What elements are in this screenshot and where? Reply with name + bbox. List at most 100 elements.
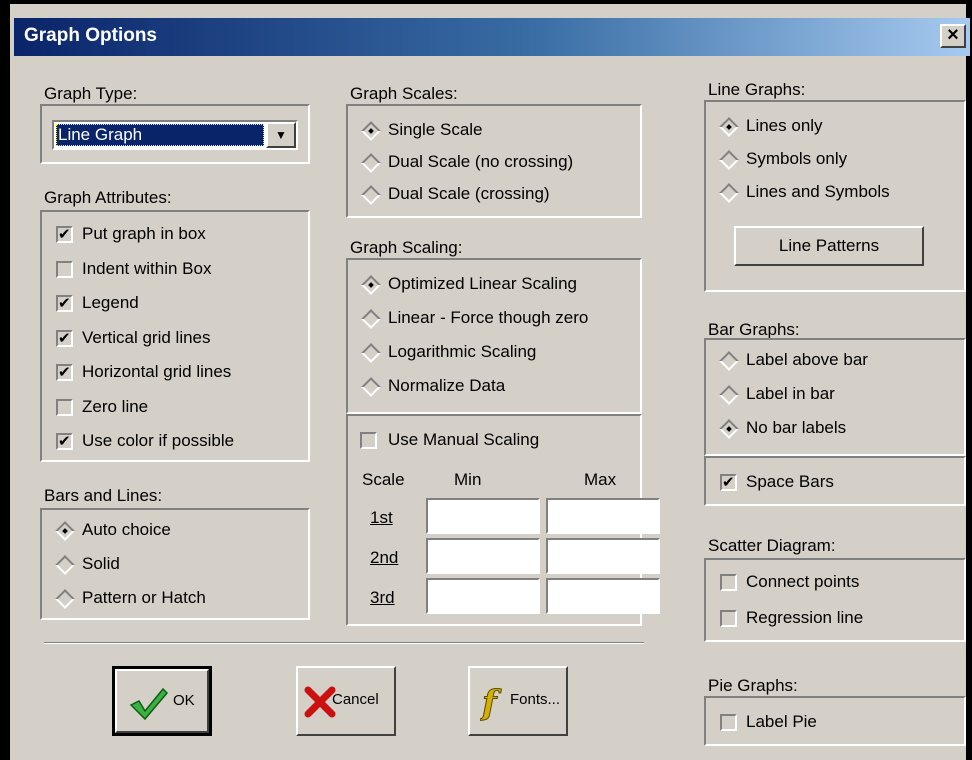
space-bars-label: Space Bars — [746, 472, 834, 491]
pie-graphs-label: Pie Graphs: — [708, 676, 798, 695]
label-in-bar-label: Label in bar — [746, 384, 835, 403]
line-graphs-label: Line Graphs: — [708, 80, 806, 99]
scale-2nd-max-input[interactable] — [546, 538, 660, 574]
connect-points-label: Connect points — [746, 572, 860, 591]
graph-scales-label: Graph Scales: — [350, 84, 458, 103]
checkmark-icon — [129, 687, 169, 721]
graph-type-label: Graph Type: — [44, 84, 138, 103]
graph-scaling-group: Optimized Linear Scaling Linear - Force t… — [346, 258, 642, 414]
connect-points-checkbox[interactable] — [720, 574, 737, 591]
line-graphs-group: Lines only Symbols only Lines and Symbols … — [704, 100, 966, 292]
bar-graphs-label: Bar Graphs: — [708, 320, 800, 339]
pattern-or-hatch-label: Pattern or Hatch — [82, 588, 206, 607]
symbols-only-radio[interactable] — [719, 150, 739, 170]
fonts-button[interactable]: f Fonts... — [468, 666, 568, 736]
scale-2nd-min-input[interactable] — [426, 538, 540, 574]
scale-row-2nd-label: 2nd — [370, 548, 399, 567]
graph-scales-group: Single Scale Dual Scale (no crossing) Dual… — [346, 104, 642, 218]
optimized-linear-scaling-radio[interactable] — [361, 275, 381, 295]
chevron-down-icon[interactable]: ▼ — [266, 122, 296, 148]
lines-and-symbols-label: Lines and Symbols — [746, 182, 890, 201]
logarithmic-scaling-label: Logarithmic Scaling — [388, 342, 537, 361]
ok-button[interactable]: OK — [112, 666, 212, 736]
label-above-bar-label: Label above bar — [746, 350, 868, 369]
space-bars-checkbox[interactable] — [720, 473, 737, 491]
scale-row-1st-label: 1st — [370, 508, 393, 527]
bars-and-lines-group: Auto choice Solid Pattern or Hatch — [40, 508, 310, 620]
window-title: Graph Options — [24, 25, 157, 46]
label-above-bar-radio[interactable] — [719, 351, 739, 371]
put-graph-in-box-checkbox[interactable] — [56, 225, 73, 243]
vertical-grid-lines-label: Vertical grid lines — [82, 327, 211, 347]
lines-only-label: Lines only — [746, 116, 823, 135]
scale-column-header: Scale — [362, 470, 405, 489]
logarithmic-scaling-radio[interactable] — [361, 343, 381, 363]
linear-force-though-zero-label: Linear - Force though zero — [388, 308, 589, 327]
dual-scale-no-crossing-radio[interactable] — [361, 153, 381, 173]
scale-3rd-min-input[interactable] — [426, 578, 540, 614]
pattern-or-hatch-radio[interactable] — [55, 589, 75, 609]
use-color-if-possible-label: Use color if possible — [82, 431, 235, 450]
indent-within-box-checkbox[interactable] — [56, 260, 73, 278]
horizontal-grid-lines-label: Horizontal grid lines — [82, 362, 232, 381]
use-color-if-possible-checkbox[interactable] — [56, 432, 73, 450]
optimized-linear-scaling-label: Optimized Linear Scaling — [388, 274, 577, 293]
no-bar-labels-label: No bar labels — [746, 418, 847, 437]
label-pie-label: Label Pie — [746, 712, 817, 731]
scatter-diagram-label: Scatter Diagram: — [708, 536, 836, 555]
normalize-data-radio[interactable] — [361, 377, 381, 397]
max-column-header: Max — [584, 470, 617, 489]
no-bar-labels-radio[interactable] — [719, 419, 739, 439]
zero-line-checkbox[interactable] — [56, 398, 73, 416]
min-column-header: Min — [454, 470, 482, 489]
title-bar[interactable]: Graph Options × — [14, 18, 970, 56]
label-pie-checkbox[interactable] — [720, 714, 737, 731]
dual-scale-crossing-label: Dual Scale (crossing) — [388, 184, 550, 203]
graph-type-group: Line Graph ▼ — [40, 104, 310, 164]
close-button[interactable]: × — [940, 24, 966, 48]
graph-attributes-label: Graph Attributes: — [44, 188, 172, 207]
scale-1st-min-input[interactable] — [426, 498, 540, 534]
auto-choice-label: Auto choice — [82, 520, 171, 539]
label-in-bar-radio[interactable] — [719, 385, 739, 405]
vertical-grid-lines-checkbox[interactable] — [56, 329, 73, 347]
symbols-only-label: Symbols only — [746, 149, 848, 168]
cancel-button[interactable]: Cancel — [296, 666, 396, 736]
graph-scaling-label: Graph Scaling: — [350, 238, 463, 257]
graph-type-select[interactable]: Line Graph ▼ — [52, 120, 298, 150]
fonts-label: Fonts... — [510, 691, 561, 708]
font-f-icon: f — [480, 683, 503, 723]
dual-scale-crossing-radio[interactable] — [361, 185, 381, 205]
single-scale-label: Single Scale — [388, 120, 483, 139]
graph-type-value: Line Graph — [58, 125, 143, 144]
manual-scaling-label: Use Manual Scaling — [388, 430, 540, 449]
graph-options-dialog: Graph Options × Graph Type: Line Graph ▼… — [0, 0, 972, 760]
scatter-diagram-group: Connect points Regression line — [704, 558, 966, 642]
legend-label: Legend — [82, 293, 139, 312]
horizontal-grid-lines-checkbox[interactable] — [56, 363, 73, 381]
regression-line-checkbox[interactable] — [720, 610, 737, 627]
regression-line-label: Regression line — [746, 608, 864, 627]
cancel-label: Cancel — [332, 691, 379, 708]
lines-only-radio[interactable] — [719, 117, 739, 137]
legend-checkbox[interactable] — [56, 294, 73, 312]
lines-and-symbols-radio[interactable] — [719, 183, 739, 203]
put-graph-in-box-label: Put graph in box — [82, 224, 206, 243]
indent-within-box-label: Indent within Box — [82, 258, 212, 278]
normalize-data-label: Normalize Data — [388, 376, 506, 395]
scale-row-3rd-label: 3rd — [370, 588, 395, 607]
line-patterns-button[interactable]: Line Patterns — [734, 226, 924, 266]
ok-label: OK — [173, 692, 195, 709]
solid-radio[interactable] — [55, 555, 75, 575]
auto-choice-radio[interactable] — [55, 521, 75, 541]
scale-3rd-max-input[interactable] — [546, 578, 660, 614]
manual-scaling-checkbox[interactable] — [360, 432, 377, 449]
scale-1st-max-input[interactable] — [546, 498, 660, 534]
graph-attributes-group: Put graph in box Indent within Box Legend V… — [40, 210, 310, 462]
single-scale-radio[interactable] — [361, 121, 381, 141]
pie-graphs-group: Label Pie — [704, 696, 966, 746]
manual-scaling-group: Use Manual Scaling Scale Min Max 1st 2nd… — [346, 414, 660, 626]
linear-force-though-zero-radio[interactable] — [361, 309, 381, 329]
svg-text:f: f — [480, 683, 502, 722]
bar-graphs-group: Label above bar Label in bar No bar labels — [704, 338, 966, 456]
